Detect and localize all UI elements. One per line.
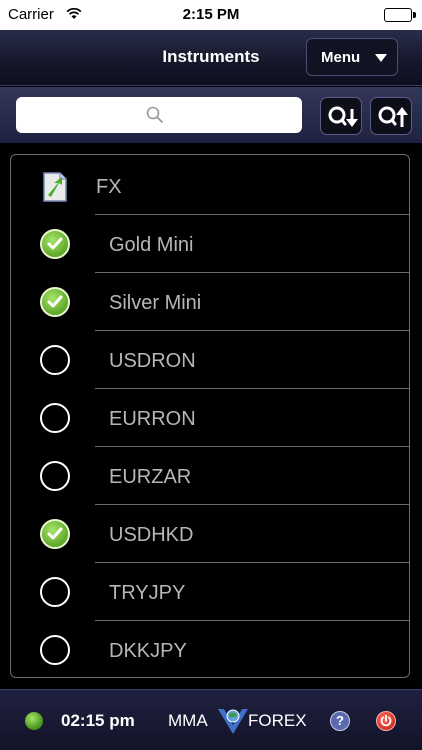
unchecked-circle-icon[interactable] — [40, 345, 70, 375]
instrument-label: TRYJPY — [109, 582, 186, 604]
instrument-label: DKKJPY — [109, 640, 187, 662]
list-item[interactable]: Gold Mini — [11, 215, 409, 273]
checked-icon[interactable] — [40, 229, 70, 259]
dropdown-arrow-icon — [375, 54, 387, 62]
unchecked-circle-icon[interactable] — [40, 403, 70, 433]
list-item[interactable]: USDRON — [11, 331, 409, 389]
brand-logo: MMA FOREX — [166, 707, 312, 735]
instrument-label: EURZAR — [109, 466, 192, 488]
list-item[interactable]: TRYJPY — [11, 563, 409, 621]
power-icon — [380, 714, 392, 727]
brand-left: MMA — [168, 711, 208, 730]
menu-button[interactable]: Menu — [306, 38, 398, 76]
help-button[interactable]: ? — [330, 711, 350, 731]
search-field[interactable] — [16, 97, 302, 133]
search-bar — [0, 87, 422, 143]
status-bar: Carrier 2:15 PM — [0, 0, 422, 30]
bottom-toolbar: 02:15 pm MMA FOREX ? — [0, 689, 422, 750]
list-item[interactable]: EURRON — [11, 389, 409, 447]
search-down-icon — [328, 106, 358, 127]
instrument-list: FX Gold Mini Silver Mini USDRON EURRON E… — [10, 154, 410, 678]
menu-button-label: Menu — [321, 49, 361, 66]
list-group-fx[interactable]: FX — [11, 157, 409, 215]
connection-status-icon — [25, 712, 43, 730]
instrument-label: USDHKD — [109, 524, 194, 546]
instrument-label: USDRON — [109, 350, 196, 372]
list-item[interactable]: USDHKD — [11, 505, 409, 563]
search-input[interactable] — [16, 97, 302, 133]
search-up-icon — [378, 106, 408, 127]
navigation-bar: Instruments Menu — [0, 30, 422, 86]
checked-icon[interactable] — [40, 519, 70, 549]
instrument-label: EURRON — [109, 408, 196, 430]
folder-icon — [40, 171, 70, 202]
clock-label: 02:15 pm — [61, 711, 135, 730]
list-item[interactable]: EURZAR — [11, 447, 409, 505]
list-item[interactable]: DKKJPY — [11, 621, 409, 677]
globe-logo-icon — [218, 709, 248, 734]
status-time: 2:15 PM — [182, 6, 240, 23]
instrument-label: Gold Mini — [109, 234, 194, 256]
group-label: FX — [96, 176, 122, 198]
list-item[interactable]: Silver Mini — [11, 273, 409, 331]
checked-icon[interactable] — [40, 287, 70, 317]
brand-right: FOREX — [248, 711, 307, 730]
unchecked-circle-icon[interactable] — [40, 577, 70, 607]
instrument-label: Silver Mini — [109, 292, 202, 314]
unchecked-circle-icon[interactable] — [40, 461, 70, 491]
battery-icon — [384, 8, 416, 22]
power-button[interactable] — [376, 711, 396, 731]
sort-ascending-button[interactable] — [370, 97, 412, 135]
sort-descending-button[interactable] — [320, 97, 362, 135]
unchecked-circle-icon[interactable] — [40, 635, 70, 665]
